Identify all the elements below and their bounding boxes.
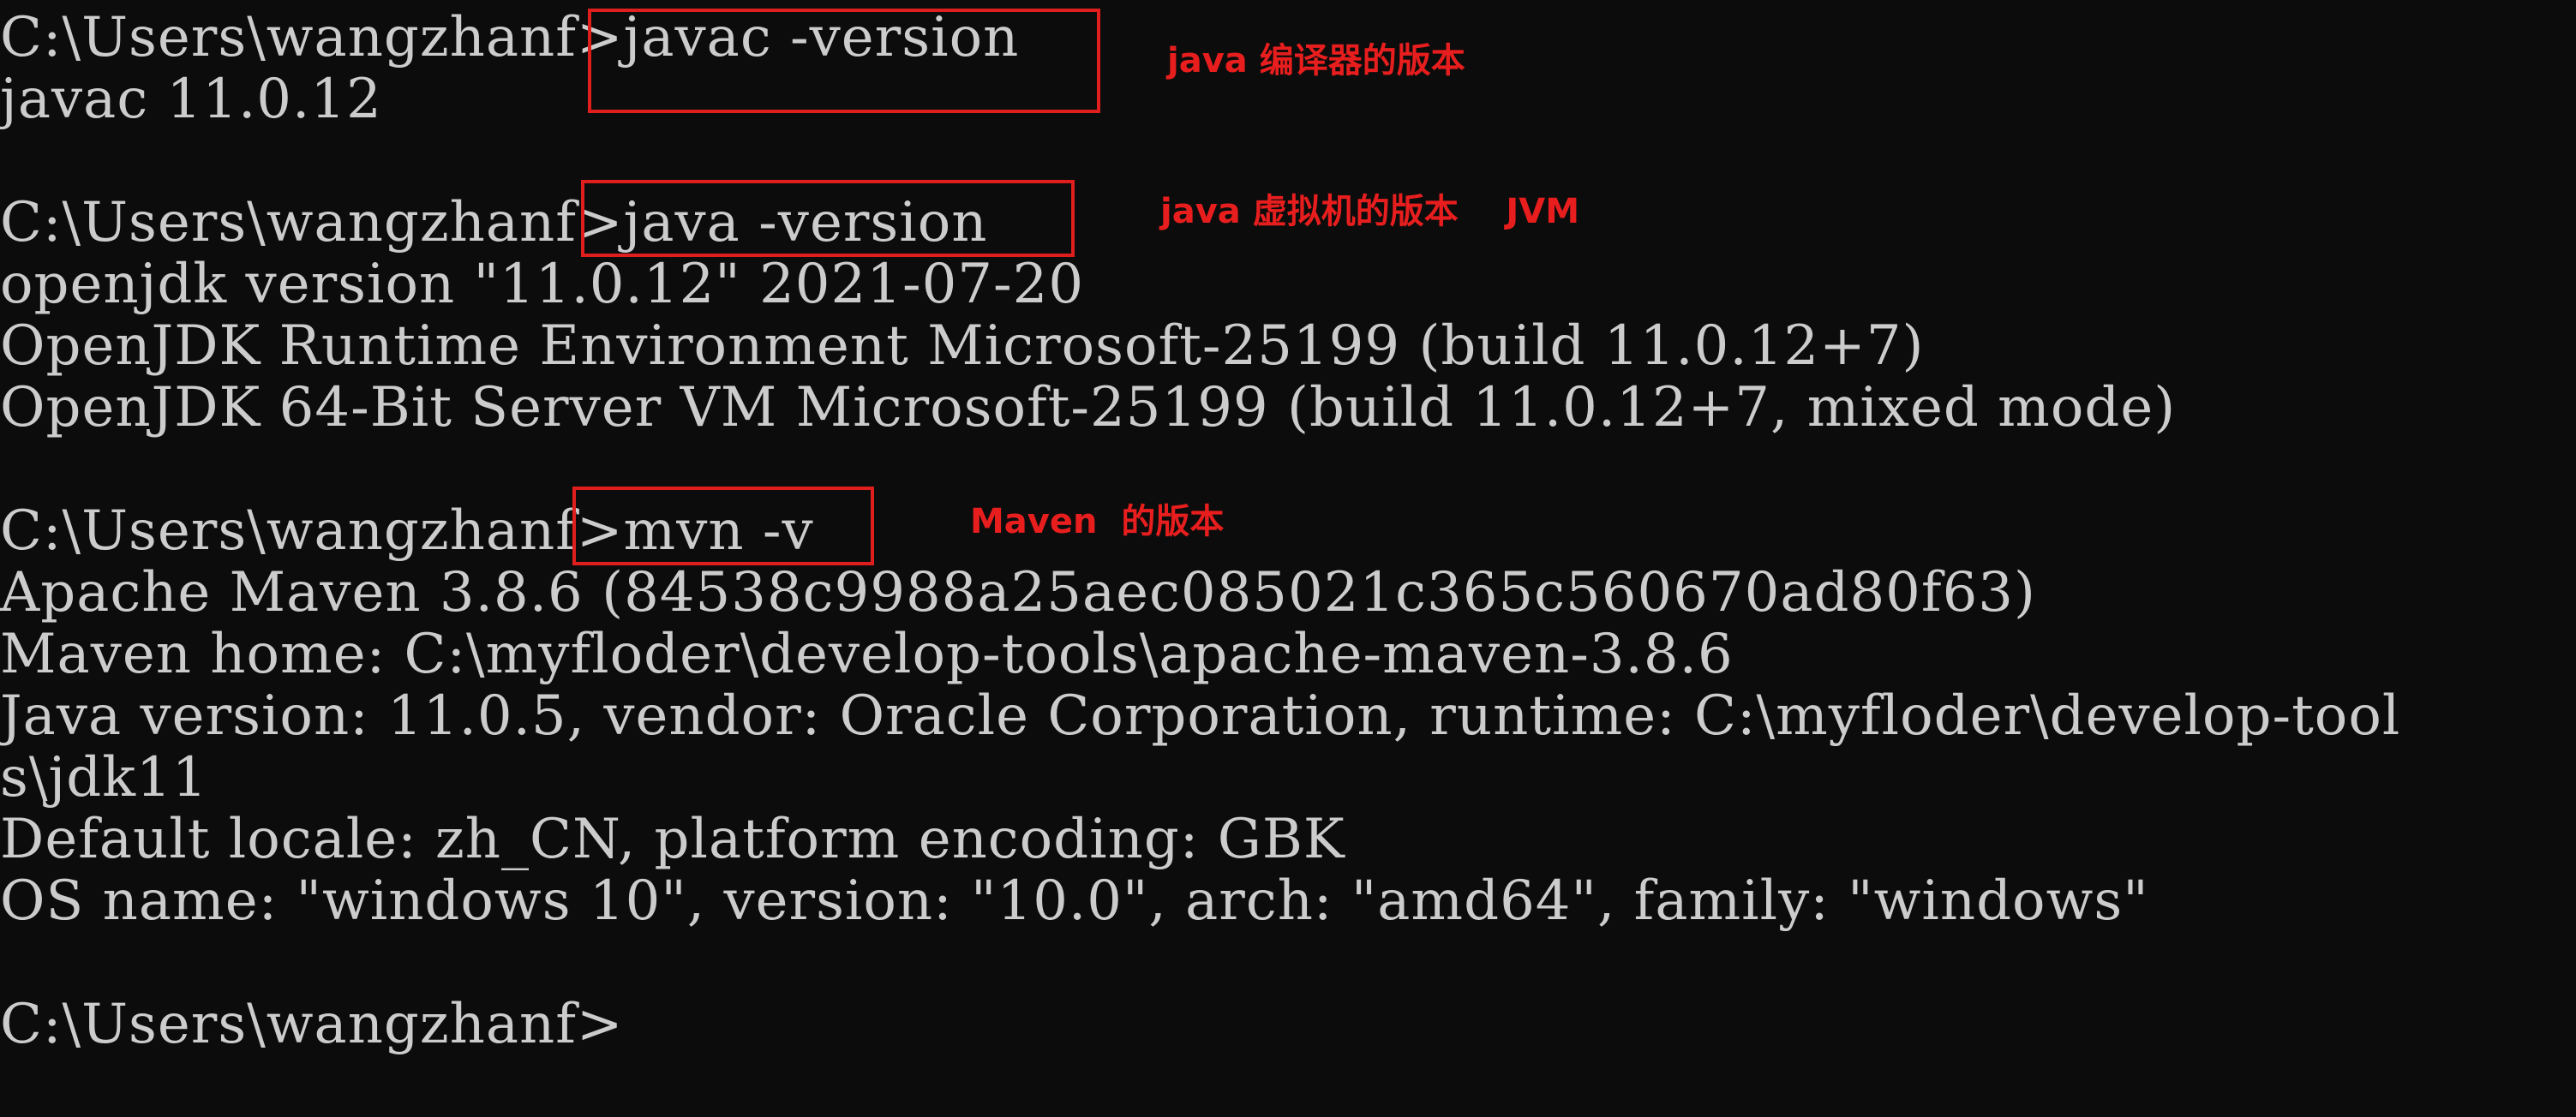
annotation-jvm-version: java 虚拟机的版本 JVM	[1160, 192, 1580, 231]
terminal-output-line: Maven home: C:\myfloder\develop-tools\ap…	[0, 623, 1734, 686]
prompt: C:\Users\wangzhanf>	[0, 6, 624, 69]
prompt: C:\Users\wangzhanf>	[0, 499, 624, 563]
annotation-maven-version: Maven 的版本	[970, 502, 1225, 541]
terminal-output-line: javac 11.0.12	[0, 68, 382, 131]
terminal-output-line: openjdk version "11.0.12" 2021-07-20	[0, 253, 1085, 316]
prompt: C:\Users\wangzhanf>	[0, 191, 624, 254]
terminal-output-line: OpenJDK 64-Bit Server VM Microsoft-25199…	[0, 376, 2177, 439]
terminal-output-line: OpenJDK Runtime Environment Microsoft-25…	[0, 314, 1925, 378]
terminal-output-line: Default locale: zh_CN, platform encoding…	[0, 808, 1345, 871]
highlight-box-mvn	[572, 487, 874, 565]
highlight-box-java	[581, 180, 1075, 257]
prompt: C:\Users\wangzhanf>	[0, 993, 624, 1056]
terminal-window[interactable]: C:\Users\wangzhanf>javac -version javac …	[0, 0, 2576, 1117]
terminal-line-current-prompt[interactable]: C:\Users\wangzhanf>	[0, 994, 624, 1055]
terminal-output-line: s\jdk11	[0, 746, 208, 809]
terminal-output-line: OS name: "windows 10", version: "10.0", …	[0, 869, 2149, 933]
terminal-output-line: Java version: 11.0.5, vendor: Oracle Cor…	[0, 684, 2401, 748]
terminal-output-line: Apache Maven 3.8.6 (84538c9988a25aec0850…	[0, 561, 2036, 624]
annotation-javac-compiler-version: java 编译器的版本	[1167, 41, 1465, 81]
highlight-box-javac	[588, 9, 1100, 113]
